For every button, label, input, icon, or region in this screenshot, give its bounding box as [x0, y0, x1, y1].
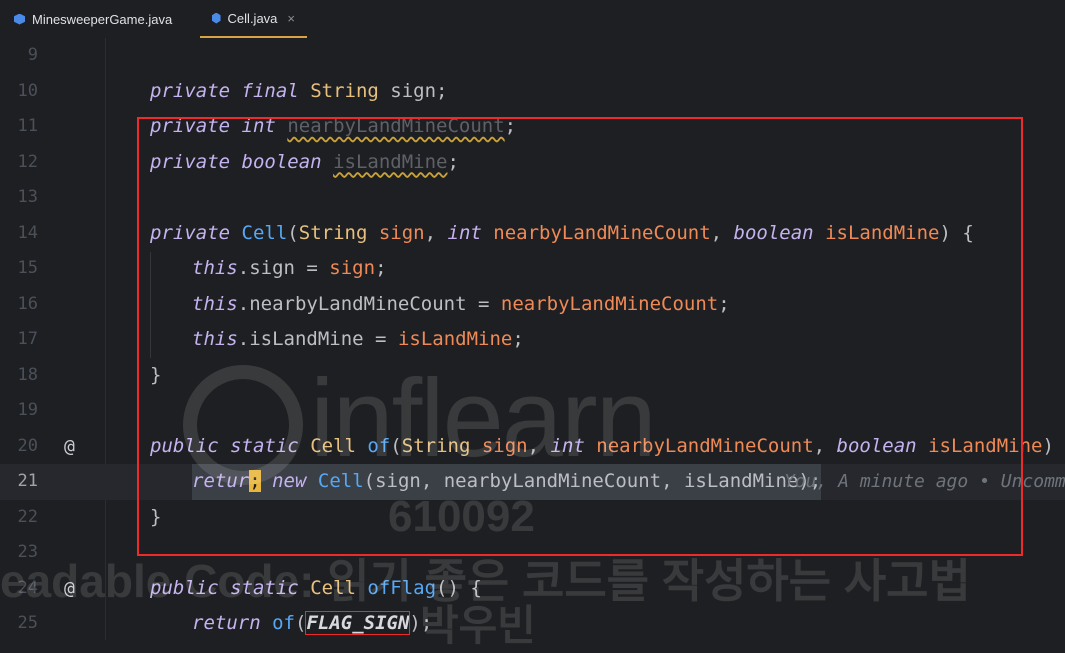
tab-minesweeper-game[interactable]: MinesweeperGame.java [2, 0, 184, 38]
line-number: 24 [17, 577, 38, 598]
code-line: 14 private Cell(String sign, int nearbyL… [0, 216, 1065, 252]
code-text-selected[interactable]: retur; new Cell(sign, nearbyLandMineCoun… [192, 464, 822, 500]
code-text: private boolean isLandMine; [150, 150, 459, 173]
code-text: this.nearbyLandMineCount = nearbyLandMin… [192, 292, 730, 315]
code-line: 17 this.isLandMine = isLandMine; [0, 322, 1065, 358]
code-text: } [150, 505, 162, 528]
code-text: public static Cell of(String sign, int n… [150, 434, 1054, 457]
code-line: 11 private int nearbyLandMineCount; [0, 109, 1065, 145]
code-text: return of(FLAG_SIGN); [192, 611, 433, 635]
line-number: 10 [17, 80, 38, 101]
close-tab-icon[interactable]: × [287, 11, 295, 26]
tab-label: Cell.java [227, 10, 278, 26]
code-text: this.sign = sign; [192, 257, 387, 279]
code-text: private int nearbyLandMineCount; [150, 115, 517, 137]
code-line: 18 } [0, 358, 1065, 394]
line-number: 19 [17, 400, 38, 420]
code-line: 25 return of(FLAG_SIGN); [0, 606, 1065, 640]
line-number: 12 [17, 151, 38, 172]
line-number: 13 [17, 187, 38, 207]
code-line: 15 this.sign = sign; [0, 251, 1065, 287]
line-number: 9 [27, 45, 38, 65]
tab-label: MinesweeperGame.java [32, 11, 173, 27]
code-text: this.isLandMine = isLandMine; [192, 328, 524, 350]
line-number: 23 [17, 542, 38, 562]
override-marker-icon[interactable]: @ [64, 571, 75, 607]
code-line: 12 private boolean isLandMine; [0, 145, 1065, 181]
line-number: 15 [17, 258, 38, 278]
line-number: 11 [17, 116, 38, 136]
line-number: 18 [17, 364, 38, 385]
code-line: 16 this.nearbyLandMineCount = nearbyLand… [0, 287, 1065, 323]
java-class-icon [14, 13, 25, 25]
code-line: 22 } [0, 500, 1065, 536]
line-number: 21 [17, 471, 38, 491]
line-number: 20 [17, 435, 38, 456]
tab-cell[interactable]: Cell.java × [200, 0, 307, 38]
line-number: 16 [17, 293, 38, 314]
git-blame-hint: You, A minute ago • Uncommi [784, 471, 1065, 492]
code-text: private final String sign; [150, 79, 448, 102]
code-line: 20 @ public static Cell of(String sign, … [0, 429, 1065, 465]
code-text: private Cell(String sign, int nearbyLand… [150, 221, 974, 244]
code-text: } [150, 363, 162, 386]
code-line: 19 [0, 393, 1065, 429]
editor-tab-bar: MinesweeperGame.java Cell.java × [0, 0, 1065, 39]
code-text: public static Cell ofFlag() { [150, 576, 482, 599]
override-marker-icon[interactable]: @ [64, 429, 75, 465]
line-number: 22 [17, 506, 38, 527]
line-number: 14 [17, 222, 38, 243]
code-line-current: 21 retur; new Cell(sign, nearbyLandMineC… [0, 464, 1065, 500]
code-line: 24 @ public static Cell ofFlag() { [0, 571, 1065, 607]
java-class-icon [212, 12, 221, 24]
code-line: 9 [0, 38, 1065, 74]
text-caret: ; [249, 470, 261, 492]
code-line: 13 [0, 180, 1065, 216]
line-number: 25 [17, 613, 38, 633]
code-line: 10 private final String sign; [0, 74, 1065, 110]
code-line: 23 [0, 535, 1065, 571]
line-number: 17 [17, 329, 38, 349]
